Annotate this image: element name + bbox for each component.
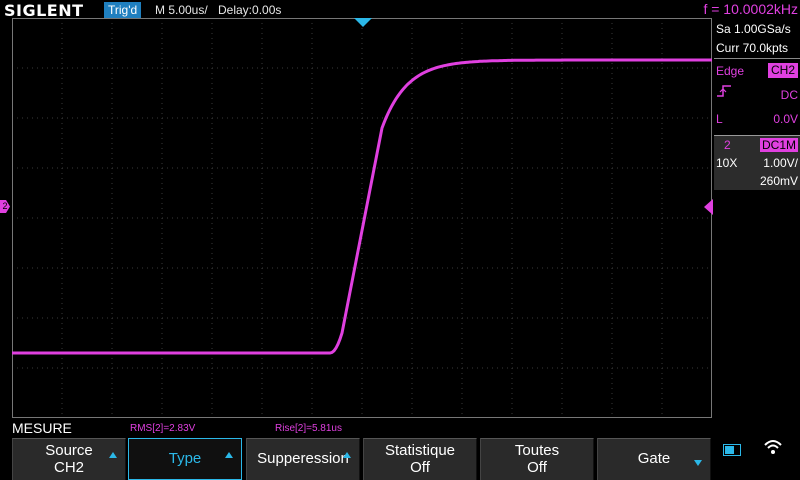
trigger-position-marker[interactable] — [354, 18, 372, 27]
measure-menu-title: MESURE — [12, 420, 72, 436]
trigger-type: Edge — [716, 64, 745, 78]
all-measure-softkey[interactable]: Toutes Off — [480, 438, 594, 480]
right-info-panel: Sa 1.00GSa/s Curr 70.0kpts Edge CH2 DC L… — [714, 20, 800, 190]
arrow-up-icon — [109, 452, 117, 458]
trigger-level-marker[interactable] — [704, 199, 713, 215]
channel2-settings-box[interactable]: 2 DC1M 10X 1.00V/ 260mV — [714, 135, 800, 190]
measurement-rms: RMS[2]=2.83V — [130, 423, 196, 434]
trigger-level: 0.0V — [773, 112, 798, 126]
rising-edge-icon — [716, 83, 732, 107]
softkey-bar: Source CH2 Type Supperession Statistique… — [0, 438, 800, 480]
timebase-readout[interactable]: M 5.00us/ — [155, 3, 208, 17]
trigger-source: CH2 — [767, 63, 798, 78]
measurement-rise: Rise[2]=5.81us — [275, 423, 342, 434]
statistics-softkey[interactable]: Statistique Off — [363, 438, 477, 480]
type-softkey[interactable]: Type — [128, 438, 242, 480]
volts-per-div: 1.00V/ — [763, 156, 798, 170]
trigger-coupling: DC — [780, 88, 798, 102]
gate-softkey[interactable]: Gate — [597, 438, 711, 480]
trigger-mode: L — [716, 112, 723, 126]
battery-icon — [723, 444, 741, 456]
channel-offset: 260mV — [759, 174, 798, 188]
trigger-settings-box[interactable]: Edge CH2 DC L 0.0V — [714, 58, 800, 131]
graticule — [12, 18, 712, 418]
waveform-display[interactable] — [12, 18, 712, 418]
channel-number: 2 — [724, 138, 731, 152]
memory-depth: Curr 70.0kpts — [716, 41, 789, 55]
wifi-icon — [763, 438, 783, 458]
arrow-up-icon — [343, 452, 351, 458]
arrow-down-icon — [694, 460, 702, 466]
ch2-offset-marker[interactable]: 2 — [0, 200, 10, 213]
arrow-up-icon — [225, 452, 233, 458]
delay-readout[interactable]: Delay:0.00s — [218, 3, 281, 17]
suppression-softkey[interactable]: Supperession — [246, 438, 360, 480]
probe-attenuation: 10X — [716, 156, 738, 170]
trigger-status-badge: Trig'd — [104, 2, 142, 18]
frequency-readout: f = 10.0002kHz — [703, 1, 798, 17]
top-status-bar: SIGLENT Trig'd M 5.00us/ Delay:0.00s f =… — [0, 0, 800, 20]
source-softkey[interactable]: Source CH2 — [12, 438, 126, 480]
sample-rate: Sa 1.00GSa/s — [716, 22, 791, 36]
channel-coupling: DC1M — [759, 138, 798, 152]
